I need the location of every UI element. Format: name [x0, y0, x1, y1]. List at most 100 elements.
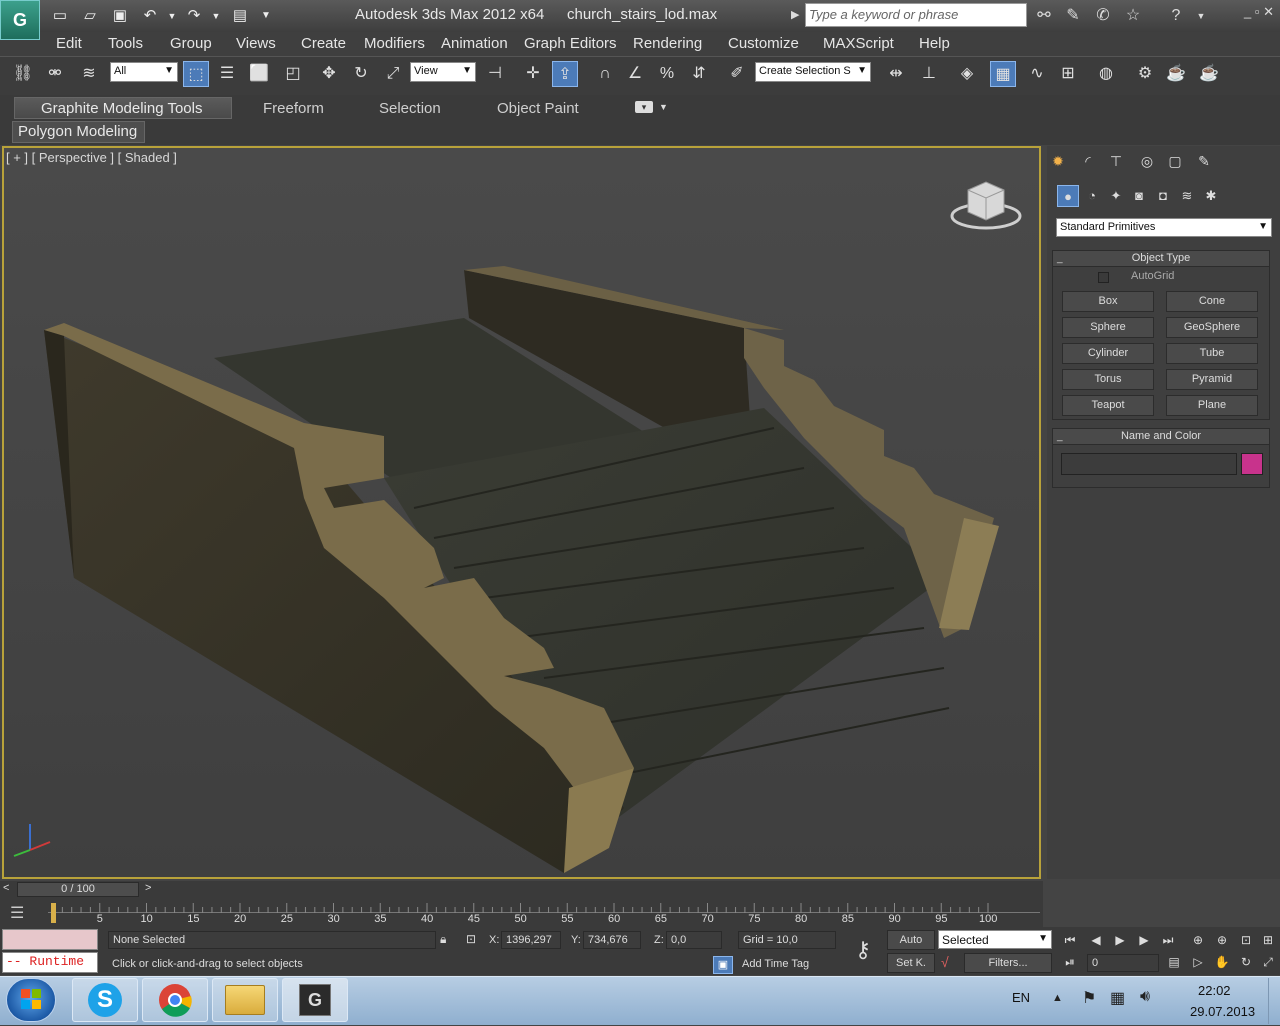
- tab-selection[interactable]: Selection: [379, 100, 441, 117]
- zoom-icon[interactable]: ⊕: [1188, 931, 1208, 949]
- subscription-tools-icon[interactable]: ✎: [1062, 5, 1084, 27]
- time-configuration-icon[interactable]: ▤: [1164, 953, 1184, 971]
- angle-snap-icon[interactable]: ∠: [622, 61, 648, 87]
- modify-tab-icon[interactable]: ◜: [1077, 150, 1099, 172]
- hierarchy-tab-icon[interactable]: ⊤: [1105, 150, 1127, 172]
- redo-icon[interactable]: ↷: [184, 6, 204, 26]
- auto-key-button[interactable]: Auto: [887, 930, 935, 950]
- render-production-icon[interactable]: ☕: [1196, 61, 1222, 87]
- menu-maxscript[interactable]: MAXScript: [823, 35, 894, 52]
- select-and-move-icon[interactable]: ✥: [316, 61, 342, 87]
- object-type-collapse-icon[interactable]: _: [1057, 253, 1063, 264]
- bind-to-space-warp-icon[interactable]: ≋: [76, 61, 102, 87]
- graphite-toggle-icon[interactable]: ▦: [990, 61, 1016, 87]
- undo-icon[interactable]: ↶: [140, 6, 160, 26]
- new-file-icon[interactable]: ▭: [50, 6, 70, 26]
- lights-icon[interactable]: ✦: [1105, 185, 1127, 207]
- ribbon-options-dropdown-icon[interactable]: ▼: [659, 102, 668, 112]
- window-crossing-icon[interactable]: ◰: [280, 61, 306, 87]
- object-type-title[interactable]: Object Type: [1053, 251, 1269, 267]
- menu-rendering[interactable]: Rendering: [633, 35, 702, 52]
- utilities-tab-icon[interactable]: ✎: [1193, 150, 1215, 172]
- menu-group[interactable]: Group: [170, 35, 212, 52]
- menu-views[interactable]: Views: [236, 35, 276, 52]
- project-folder-icon[interactable]: ▤: [230, 6, 250, 26]
- absolute-mode-icon[interactable]: ⊡: [466, 932, 476, 946]
- schematic-view-icon[interactable]: ⊞: [1055, 61, 1081, 87]
- cone-button[interactable]: Cone: [1166, 291, 1258, 312]
- menu-edit[interactable]: Edit: [56, 35, 82, 52]
- key-filter-dropdown[interactable]: Selected: [938, 930, 1052, 949]
- prev-frame-arrow-icon[interactable]: <: [3, 882, 9, 894]
- name-and-color-title[interactable]: Name and Color: [1053, 429, 1269, 445]
- geosphere-button[interactable]: GeoSphere: [1166, 317, 1258, 338]
- set-key-icon[interactable]: ⚷: [845, 937, 881, 965]
- systems-icon[interactable]: ✱: [1200, 185, 1222, 207]
- keyboard-shortcut-override-icon[interactable]: ⇪: [552, 61, 578, 87]
- select-and-rotate-icon[interactable]: ↻: [348, 61, 374, 87]
- taskbar-3dsmax[interactable]: G: [282, 978, 348, 1022]
- orbit-icon[interactable]: ↻: [1236, 953, 1256, 971]
- rendered-frame-window-icon[interactable]: ☕: [1163, 61, 1189, 87]
- unlink-selection-icon[interactable]: ⚮: [42, 61, 68, 87]
- runtime-output[interactable]: -- Runtime: [2, 952, 98, 973]
- zoom-extents-all-icon[interactable]: ⊞: [1258, 931, 1278, 949]
- tab-freeform[interactable]: Freeform: [263, 100, 324, 117]
- torus-button[interactable]: Torus: [1062, 369, 1154, 390]
- sphere-button[interactable]: Sphere: [1062, 317, 1154, 338]
- search-expand-icon[interactable]: ▶: [791, 8, 799, 21]
- save-icon[interactable]: ▣: [110, 6, 130, 26]
- named-selection-dropdown[interactable]: Create Selection S: [755, 62, 871, 82]
- redo-dropdown-icon[interactable]: ▼: [206, 6, 226, 26]
- display-tab-icon[interactable]: ▢: [1164, 150, 1186, 172]
- help-icon[interactable]: ?: [1165, 5, 1187, 27]
- maximize-viewport-icon[interactable]: ⤢: [1258, 953, 1278, 971]
- y-coordinate-field[interactable]: 734,676: [583, 931, 641, 949]
- key-filters-button[interactable]: Filters...: [964, 953, 1052, 973]
- go-to-end-icon[interactable]: ⏭: [1158, 931, 1178, 949]
- cylinder-button[interactable]: Cylinder: [1062, 343, 1154, 364]
- field-of-view-icon[interactable]: ▷: [1188, 953, 1208, 971]
- render-setup-icon[interactable]: ⚙: [1132, 61, 1158, 87]
- viewport-label[interactable]: [ + ] [ Perspective ] [ Shaded ]: [6, 150, 177, 165]
- undo-dropdown-icon[interactable]: ▼: [162, 6, 182, 26]
- next-frame-icon[interactable]: ▶: [1134, 931, 1154, 949]
- pyramid-button[interactable]: Pyramid: [1166, 369, 1258, 390]
- reference-coordinate-dropdown[interactable]: View: [410, 62, 476, 82]
- object-color-swatch[interactable]: [1241, 453, 1263, 475]
- pan-view-icon[interactable]: ✋: [1212, 953, 1232, 971]
- selection-filter-dropdown[interactable]: All: [110, 62, 178, 82]
- box-button[interactable]: Box: [1062, 291, 1154, 312]
- menu-modifiers[interactable]: Modifiers: [364, 35, 425, 52]
- menu-animation[interactable]: Animation: [441, 35, 508, 52]
- menu-help[interactable]: Help: [919, 35, 950, 52]
- select-and-link-icon[interactable]: ⛓: [10, 61, 36, 87]
- plane-button[interactable]: Plane: [1166, 395, 1258, 416]
- menu-graph-editors[interactable]: Graph Editors: [524, 35, 617, 52]
- spinner-snap-icon[interactable]: ⇵: [686, 61, 712, 87]
- current-frame-field[interactable]: 0: [1087, 954, 1159, 972]
- previous-frame-icon[interactable]: ◀: [1086, 931, 1106, 949]
- go-to-start-icon[interactable]: ⏮: [1060, 931, 1080, 949]
- space-warps-icon[interactable]: ≋: [1176, 185, 1198, 207]
- taskbar-skype[interactable]: S: [72, 978, 138, 1022]
- z-coordinate-field[interactable]: 0,0: [666, 931, 722, 949]
- zoom-extents-icon[interactable]: ⊡: [1236, 931, 1256, 949]
- ribbon-minimize-icon[interactable]: ▾: [635, 101, 653, 113]
- cameras-icon[interactable]: ◙: [1128, 185, 1150, 207]
- rectangular-selection-icon[interactable]: ⬜: [246, 61, 272, 87]
- zoom-all-icon[interactable]: ⊕: [1212, 931, 1232, 949]
- key-mode-icon[interactable]: √: [941, 954, 949, 970]
- time-slider-thumb[interactable]: 0 / 100: [17, 882, 139, 897]
- add-time-tag[interactable]: Add Time Tag: [738, 956, 836, 974]
- panel-polygon-modeling[interactable]: Polygon Modeling: [12, 121, 145, 143]
- percent-snap-icon[interactable]: %: [654, 61, 680, 87]
- material-editor-icon[interactable]: ◍: [1093, 61, 1119, 87]
- maxscript-listener-mini[interactable]: [2, 929, 98, 950]
- tab-object-paint[interactable]: Object Paint: [497, 100, 579, 117]
- taskbar-chrome[interactable]: [142, 978, 208, 1022]
- show-hidden-icons-icon[interactable]: ▲: [1052, 992, 1063, 1004]
- shapes-icon[interactable]: ◔: [1081, 185, 1103, 207]
- curve-editor-icon[interactable]: ∿: [1024, 61, 1050, 87]
- play-icon[interactable]: ▶: [1110, 931, 1130, 949]
